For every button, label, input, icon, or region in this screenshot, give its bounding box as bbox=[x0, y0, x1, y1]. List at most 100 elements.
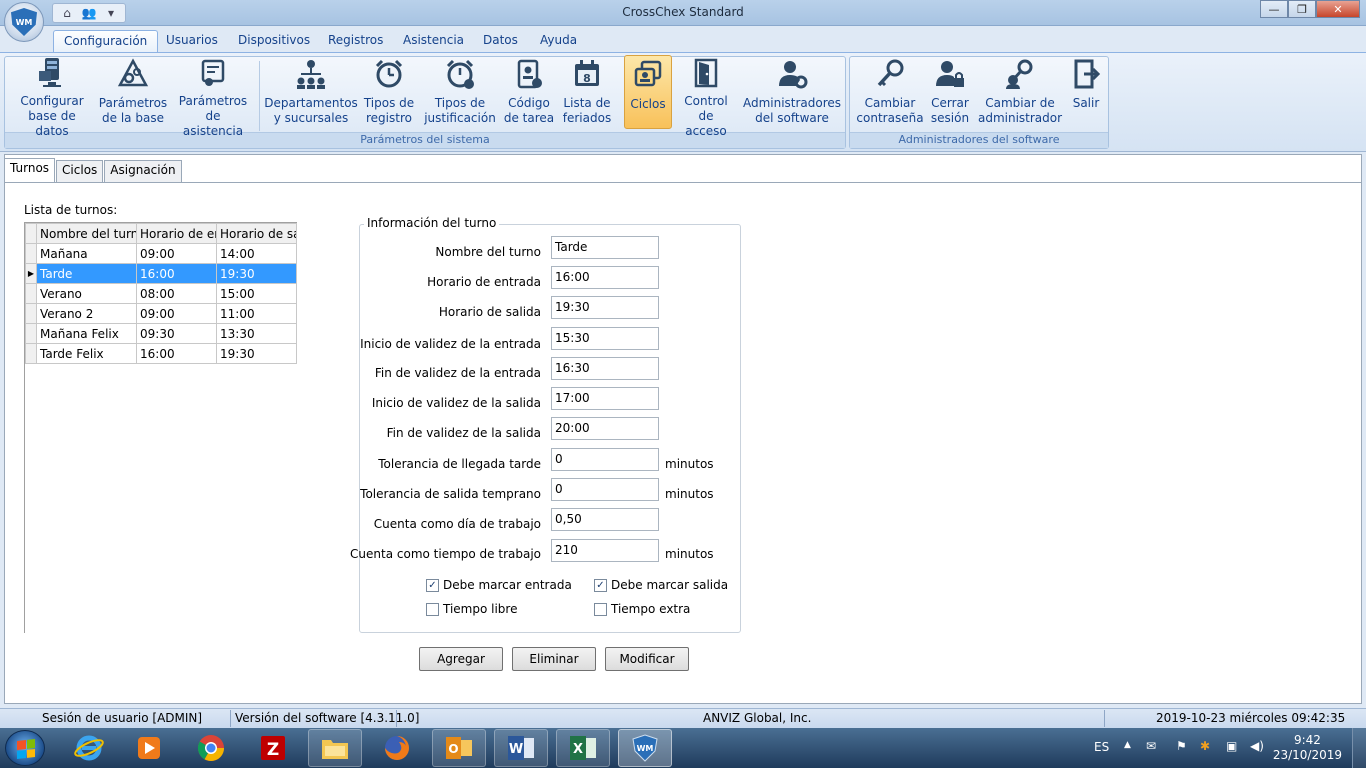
field-label-fin-validez-salida: Fin de validez de la salida bbox=[386, 426, 541, 440]
file-explorer-icon[interactable] bbox=[308, 729, 362, 767]
administradores-software-button[interactable]: Administradores del software bbox=[743, 55, 841, 129]
button-label: Tipos de bbox=[363, 96, 415, 110]
row-indicator bbox=[25, 243, 37, 264]
tiempo-libre-checkbox[interactable]: Tiempo libre bbox=[426, 602, 517, 616]
volume-icon[interactable]: ◀) bbox=[1250, 739, 1264, 753]
tolerancia-salida-input[interactable]: 0 bbox=[551, 478, 659, 501]
language-indicator[interactable]: ES bbox=[1094, 740, 1109, 754]
modificar-button[interactable]: Modificar bbox=[605, 647, 689, 671]
cambiar-administrador-button[interactable]: Cambiar de administrador bbox=[978, 55, 1062, 129]
fin-validez-salida-input[interactable]: 20:00 bbox=[551, 417, 659, 440]
control-acceso-button[interactable]: Control de acceso bbox=[678, 55, 734, 138]
debe-marcar-salida-checkbox[interactable]: ✓ Debe marcar salida bbox=[594, 578, 728, 592]
row-indicator bbox=[25, 283, 37, 304]
tipos-justificacion-button[interactable]: Tipos de justificación bbox=[424, 55, 496, 129]
dia-trabajo-input[interactable]: 0,50 bbox=[551, 508, 659, 531]
filezilla-icon[interactable]: Z bbox=[246, 729, 300, 767]
column-header-entry[interactable]: Horario de entrada bbox=[136, 223, 217, 244]
taskbar-clock[interactable]: 9:42 23/10/2019 bbox=[1273, 733, 1342, 763]
cambiar-contrasena-button[interactable]: Cambiar contraseña bbox=[856, 55, 924, 129]
svg-text:WM: WM bbox=[637, 744, 654, 753]
app-menu-button[interactable]: WM bbox=[4, 2, 44, 42]
column-header-name[interactable]: Nombre del turno bbox=[36, 223, 137, 244]
salir-button[interactable]: Salir bbox=[1066, 55, 1106, 129]
ciclos-button[interactable]: Ciclos bbox=[624, 55, 672, 129]
unit-label: minutos bbox=[665, 547, 714, 561]
cycle-cards-icon bbox=[632, 58, 664, 92]
tolerancia-llegada-input[interactable]: 0 bbox=[551, 448, 659, 471]
content-tabs: Turnos Ciclos Asignación bbox=[4, 158, 183, 182]
word-icon[interactable]: W bbox=[494, 729, 548, 767]
tab-configuracion[interactable]: Configuración bbox=[53, 30, 159, 52]
codigo-tarea-button[interactable]: Código de tarea bbox=[502, 55, 556, 129]
lista-feriados-button[interactable]: 8 Lista de feriados bbox=[560, 55, 614, 129]
eliminar-button[interactable]: Eliminar bbox=[512, 647, 596, 671]
outlook-icon[interactable]: O bbox=[432, 729, 486, 767]
crosschex-icon[interactable]: WM bbox=[618, 729, 672, 767]
column-header-exit[interactable]: Horario de salida bbox=[216, 223, 297, 244]
table-row[interactable]: Mañana 09:00 14:00 bbox=[25, 243, 297, 264]
minimize-button[interactable]: — bbox=[1260, 0, 1288, 18]
horario-entrada-input[interactable]: 16:00 bbox=[551, 266, 659, 289]
shift-list-grid[interactable]: Nombre del turno Horario de entrada Hora… bbox=[24, 222, 297, 633]
close-button[interactable]: ✕ bbox=[1316, 0, 1360, 18]
tab-ayuda[interactable]: Ayuda bbox=[530, 30, 587, 52]
gears-icon bbox=[117, 57, 149, 91]
tipos-registro-button[interactable]: Tipos de registro bbox=[360, 55, 418, 129]
agregar-button[interactable]: Agregar bbox=[419, 647, 503, 671]
status-datetime: 2019-10-23 miércoles 09:42:35 bbox=[1156, 711, 1346, 725]
table-row[interactable]: Mañana Felix 09:30 13:30 bbox=[25, 323, 297, 344]
button-label: Parámetros bbox=[178, 94, 248, 108]
parametros-asistencia-button[interactable]: Parámetros de asistencia bbox=[174, 55, 252, 138]
maximize-button[interactable]: ❐ bbox=[1288, 0, 1316, 18]
media-player-icon[interactable] bbox=[122, 729, 176, 767]
status-bar: Sesión de usuario [ADMIN] Versión del so… bbox=[0, 708, 1366, 728]
key-icon bbox=[874, 57, 906, 91]
show-hidden-icons-icon[interactable]: ▲ bbox=[1124, 740, 1131, 750]
tab-asistencia[interactable]: Asistencia bbox=[393, 30, 474, 52]
tiempo-extra-checkbox[interactable]: Tiempo extra bbox=[594, 602, 690, 616]
mail-tray-icon[interactable]: ✉ bbox=[1146, 739, 1156, 753]
inicio-validez-salida-input[interactable]: 17:00 bbox=[551, 387, 659, 410]
firefox-icon[interactable] bbox=[370, 729, 424, 767]
start-button[interactable] bbox=[5, 730, 45, 766]
table-row[interactable]: Verano 08:00 15:00 bbox=[25, 283, 297, 304]
field-label-fin-validez-entrada: Fin de validez de la entrada bbox=[374, 366, 541, 380]
excel-icon[interactable]: X bbox=[556, 729, 610, 767]
tab-ciclos[interactable]: Ciclos bbox=[56, 160, 104, 182]
svg-text:8: 8 bbox=[583, 72, 591, 85]
action-center-flag-icon[interactable]: ⚑ bbox=[1176, 739, 1187, 753]
tab-datos[interactable]: Datos bbox=[473, 30, 528, 52]
tab-turnos[interactable]: Turnos bbox=[4, 158, 56, 182]
table-row[interactable]: Verano 2 09:00 11:00 bbox=[25, 303, 297, 324]
update-tray-icon[interactable]: ✱ bbox=[1200, 739, 1210, 753]
configurar-base-datos-button[interactable]: Configurar base de datos bbox=[12, 55, 92, 138]
field-label-nombre: Nombre del turno bbox=[435, 245, 541, 259]
horario-salida-input[interactable]: 19:30 bbox=[551, 296, 659, 319]
departamentos-sucursales-button[interactable]: Departamentos y sucursales bbox=[264, 55, 358, 129]
tiempo-trabajo-input[interactable]: 210 bbox=[551, 539, 659, 562]
table-row[interactable]: Tarde Felix 16:00 19:30 bbox=[25, 343, 297, 364]
button-label: Parámetros bbox=[98, 96, 168, 110]
parametros-base-button[interactable]: Parámetros de la base bbox=[95, 55, 171, 129]
button-label: Salir bbox=[1072, 96, 1100, 110]
show-desktop-button[interactable] bbox=[1352, 728, 1366, 768]
fin-validez-entrada-input[interactable]: 16:30 bbox=[551, 357, 659, 380]
nombre-turno-input[interactable]: Tarde bbox=[551, 236, 659, 259]
field-label-inicio-validez-salida: Inicio de validez de la salida bbox=[371, 396, 541, 410]
checkbox-label: Debe marcar entrada bbox=[443, 578, 572, 592]
chrome-icon[interactable] bbox=[184, 729, 238, 767]
tab-registros[interactable]: Registros bbox=[318, 30, 393, 52]
tab-asignacion[interactable]: Asignación bbox=[104, 160, 182, 182]
internet-explorer-icon[interactable] bbox=[62, 729, 116, 767]
debe-marcar-entrada-checkbox[interactable]: ✓ Debe marcar entrada bbox=[426, 578, 572, 592]
network-icon[interactable]: ▣ bbox=[1226, 739, 1237, 753]
tab-usuarios[interactable]: Usuarios bbox=[156, 30, 228, 52]
tab-dispositivos[interactable]: Dispositivos bbox=[228, 30, 320, 52]
button-label: de acceso bbox=[685, 109, 727, 138]
svg-text:O: O bbox=[448, 742, 458, 756]
inicio-validez-entrada-input[interactable]: 15:30 bbox=[551, 327, 659, 350]
cerrar-sesion-button[interactable]: Cerrar sesión bbox=[928, 55, 972, 129]
button-label: Código bbox=[508, 96, 550, 110]
table-row-selected[interactable]: ▶ Tarde 16:00 19:30 bbox=[25, 263, 297, 284]
